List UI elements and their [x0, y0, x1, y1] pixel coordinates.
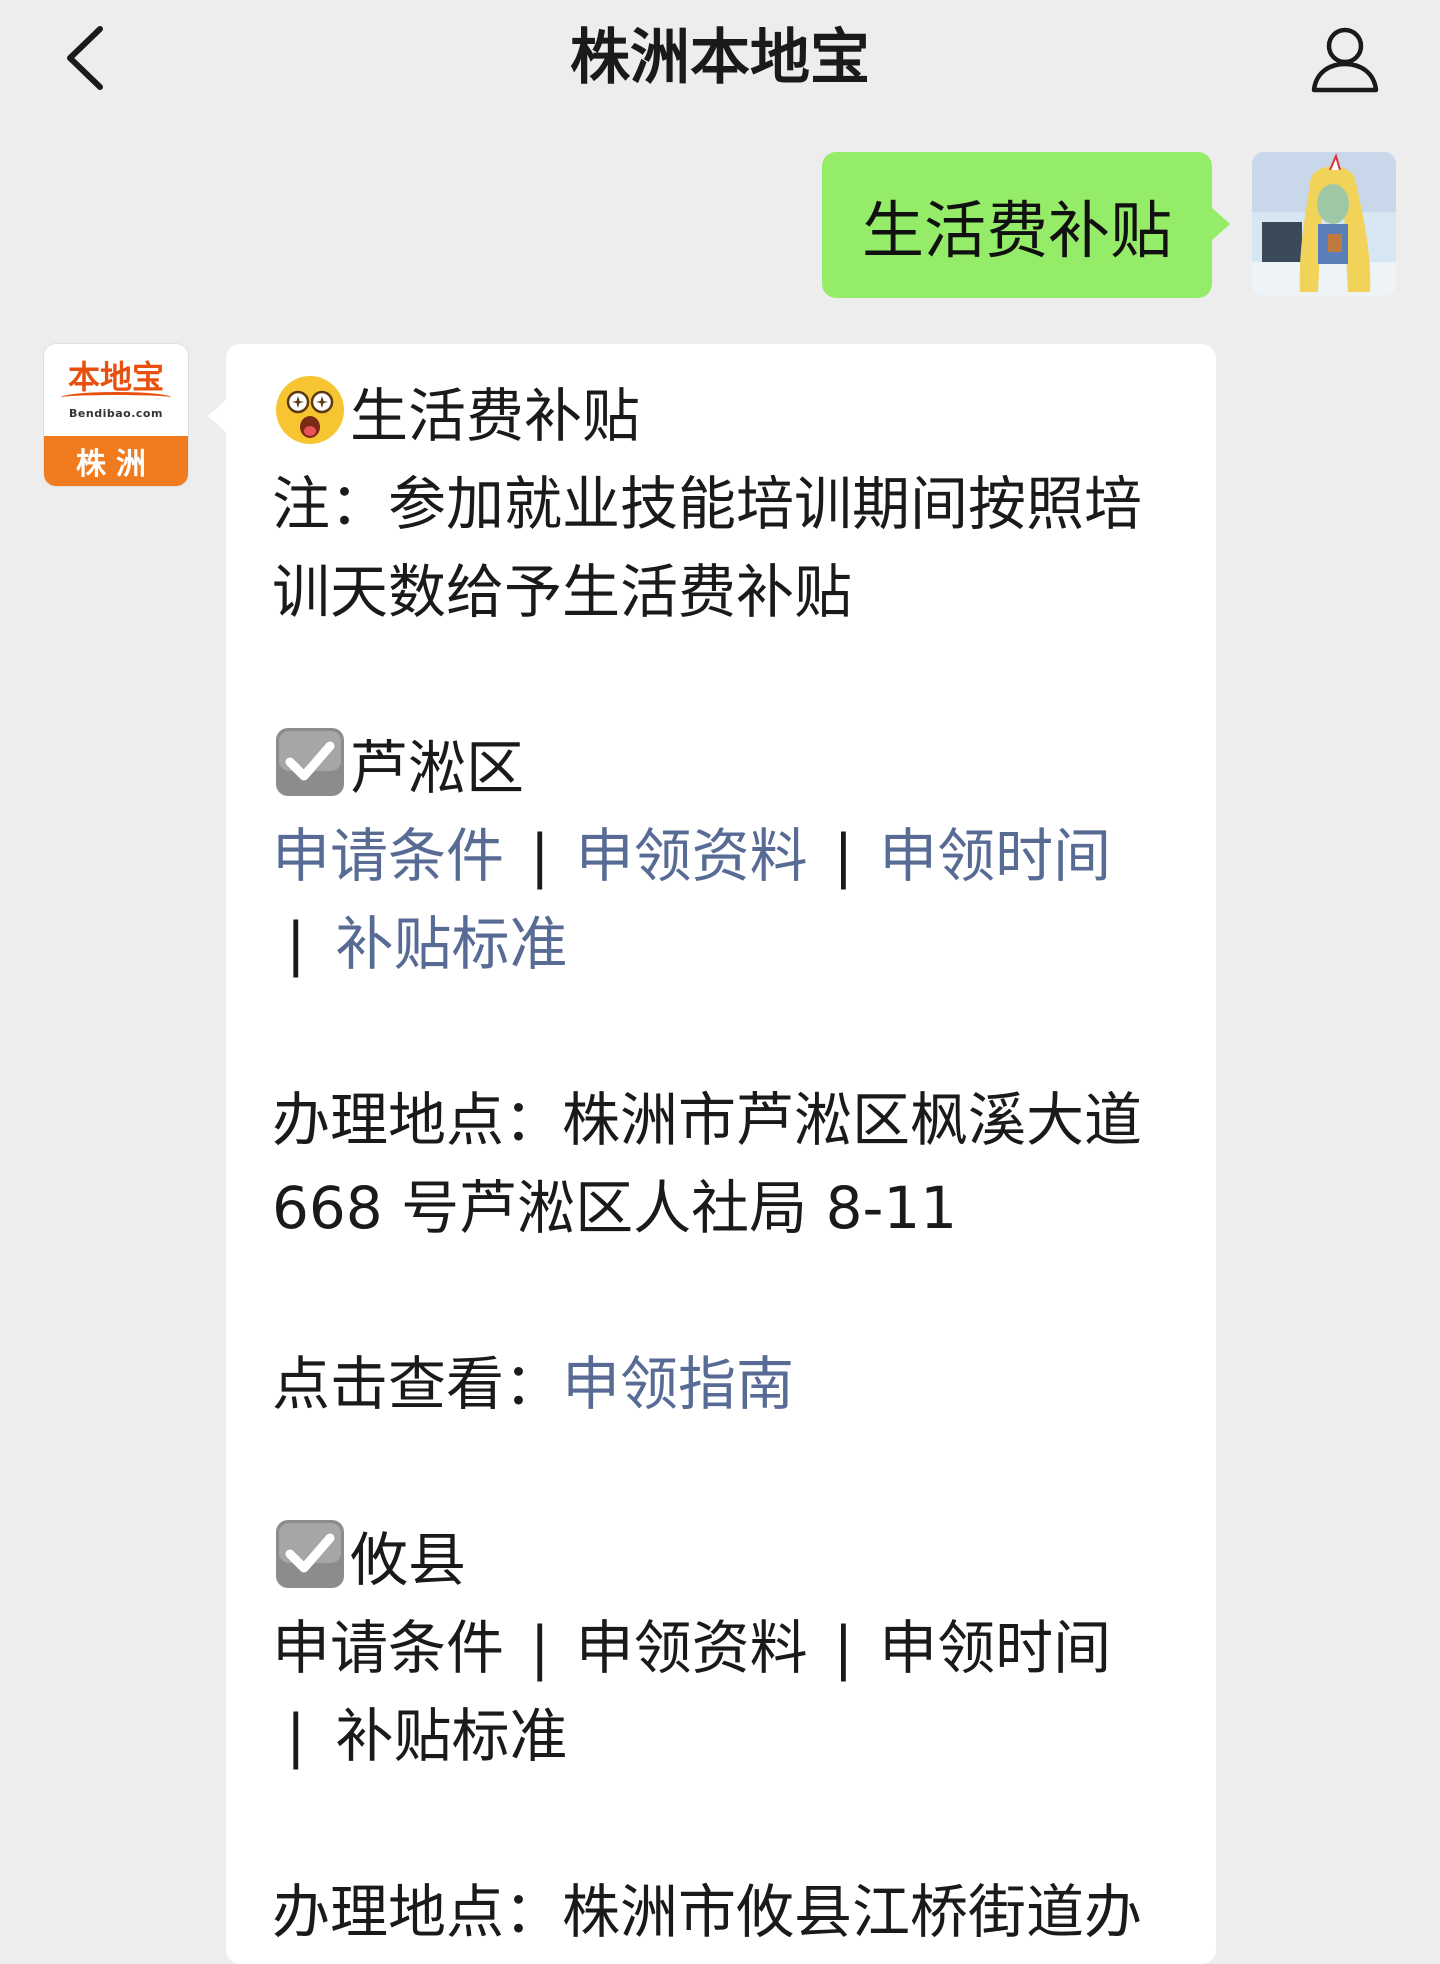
address-line-partial: 办理地点：株洲市攸县江桥街道办	[272, 1878, 1143, 1946]
separator: |	[286, 1702, 306, 1770]
logo-city-text: 株洲	[44, 436, 188, 486]
section-heading-youxian: 攸县	[272, 1516, 1192, 1604]
message-heading-text: 生活费补贴	[350, 382, 641, 450]
message-heading: 生活费补贴	[272, 372, 1192, 460]
chat-title: 株洲本地宝	[570, 23, 870, 93]
item-row-youxian: 申请条件 | 申领资料 | 申领时间	[272, 1604, 1192, 1692]
item-apply-materials: 申领资料	[575, 1614, 808, 1682]
bot-message-content: 生活费补贴 注：参加就业技能培训期间按照培 训天数给予生活费补贴 芦淞区 申请条…	[272, 372, 1192, 1956]
profile-button[interactable]	[1300, 14, 1390, 104]
note-line-1: 注：参加就业技能培训期间按照培	[272, 470, 1143, 538]
link-row-lusong-2: | 补贴标准	[272, 900, 1192, 988]
user-avatar[interactable]	[1252, 152, 1396, 296]
nav-bar: 株洲本地宝	[0, 0, 1440, 136]
view-guide-row: 点击查看：申领指南	[272, 1340, 1192, 1428]
logo-brand-text: 本地宝	[67, 358, 164, 396]
brand-logo: 本地宝 Bendibao.com	[44, 344, 188, 436]
separator: |	[833, 1614, 854, 1682]
user-message-text: 生活费补贴	[861, 194, 1172, 267]
separator: |	[286, 910, 306, 978]
separator: |	[833, 822, 854, 890]
address-line-2: 668 号芦淞区人社局 8-11	[272, 1174, 958, 1242]
checkbox-icon	[276, 728, 344, 796]
user-avatar-image	[1252, 152, 1396, 296]
section-name-youxian: 攸县	[350, 1526, 467, 1594]
logo-swoosh	[61, 392, 171, 403]
item-apply-conditions: 申请条件	[272, 1614, 505, 1682]
separator: |	[530, 1614, 550, 1682]
user-message-bubble[interactable]: 生活费补贴	[822, 152, 1230, 298]
bot-message-bubble[interactable]: 生活费补贴 注：参加就业技能培训期间按照培 训天数给予生活费补贴 芦淞区 申请条…	[208, 344, 1216, 1964]
link-apply-materials[interactable]: 申领资料	[576, 822, 808, 890]
bot-avatar[interactable]: 本地宝 Bendibao.com 株洲	[44, 344, 188, 486]
link-row-lusong: 申请条件 | 申领资料 | 申领时间	[272, 812, 1192, 900]
note-line-2: 训天数给予生活费补贴	[272, 558, 853, 626]
link-application-guide[interactable]: 申领指南	[562, 1350, 794, 1418]
person-icon	[1311, 27, 1379, 93]
item-row-youxian-2: | 补贴标准	[272, 1692, 1192, 1780]
checkbox-icon	[276, 1520, 344, 1588]
link-apply-time[interactable]: 申领时间	[879, 822, 1111, 890]
starstruck-emoji-icon	[276, 376, 344, 444]
address-line-1: 办理地点：株洲市芦淞区枫溪大道	[272, 1086, 1143, 1154]
view-guide-label: 点击查看：	[272, 1350, 563, 1418]
logo-domain-text: Bendibao.com	[69, 407, 163, 420]
section-heading-lusong: 芦淞区	[272, 724, 1192, 812]
item-apply-time: 申领时间	[879, 1614, 1112, 1682]
item-subsidy-standard: 补贴标准	[335, 1702, 568, 1770]
link-subsidy-standard[interactable]: 补贴标准	[336, 910, 568, 978]
separator: |	[530, 822, 550, 890]
link-apply-conditions[interactable]: 申请条件	[272, 822, 504, 890]
section-name-lusong: 芦淞区	[350, 734, 525, 802]
